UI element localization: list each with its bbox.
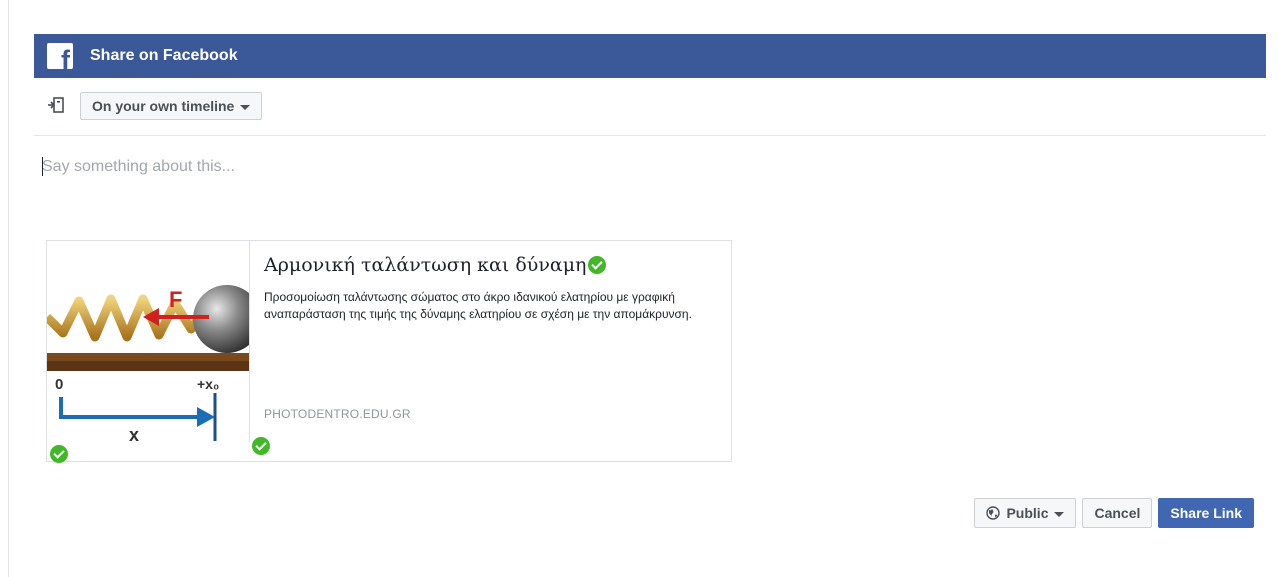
globe-icon xyxy=(986,506,1001,520)
post-message-input[interactable] xyxy=(42,147,1222,187)
share-destination-icon xyxy=(48,97,64,113)
body-verified-check-icon xyxy=(252,437,270,455)
force-label: F xyxy=(169,287,182,312)
link-card-body: Αρμονική ταλάντωση και δύναμη Προσομοίωσ… xyxy=(264,253,724,323)
share-dialog: f Share on Facebook On your own timeline xyxy=(34,34,1266,577)
link-title-row: Αρμονική ταλάντωση και δύναμη xyxy=(264,253,724,277)
link-title: Αρμονική ταλάντωση και δύναμη xyxy=(264,254,587,276)
link-domain: PHOTODENTRO.EDU.GR xyxy=(264,407,411,421)
link-thumbnail[interactable]: F 0 +x₀ x xyxy=(47,241,250,442)
dialog-header: f Share on Facebook xyxy=(34,34,1266,78)
share-link-button[interactable]: Share Link xyxy=(1158,498,1254,528)
cancel-button[interactable]: Cancel xyxy=(1082,498,1153,528)
zero-label: 0 xyxy=(55,376,63,393)
share-destination-label: On your own timeline xyxy=(92,98,235,114)
caret-down-icon xyxy=(240,104,251,110)
dialog-footer: Public Cancel Share Link xyxy=(974,498,1254,528)
x0-label: +x₀ xyxy=(197,376,219,392)
link-preview-card[interactable]: F 0 +x₀ x Αρμονική ταλάντωση και δύναμη … xyxy=(46,240,732,463)
facebook-logo-icon: f xyxy=(47,43,73,69)
title-verified-check-icon xyxy=(588,256,607,274)
page-left-border xyxy=(8,0,9,577)
privacy-selector-button[interactable]: Public xyxy=(974,498,1077,528)
facebook-logo-letter: f xyxy=(61,45,70,70)
dialog-title: Share on Facebook xyxy=(90,47,238,64)
link-description: Προσομοίωση ταλάντωσης σώματος στο άκρο … xyxy=(264,290,692,321)
share-destination-dropdown[interactable]: On your own timeline xyxy=(80,92,263,120)
privacy-label: Public xyxy=(1006,505,1049,521)
x-label: x xyxy=(129,425,139,442)
caret-down-icon xyxy=(1054,511,1065,517)
thumbnail-verified-check-icon xyxy=(50,445,68,463)
oscillation-illustration: F 0 +x₀ x xyxy=(47,285,249,442)
audience-row: On your own timeline xyxy=(34,78,1266,136)
text-cursor xyxy=(42,157,43,176)
